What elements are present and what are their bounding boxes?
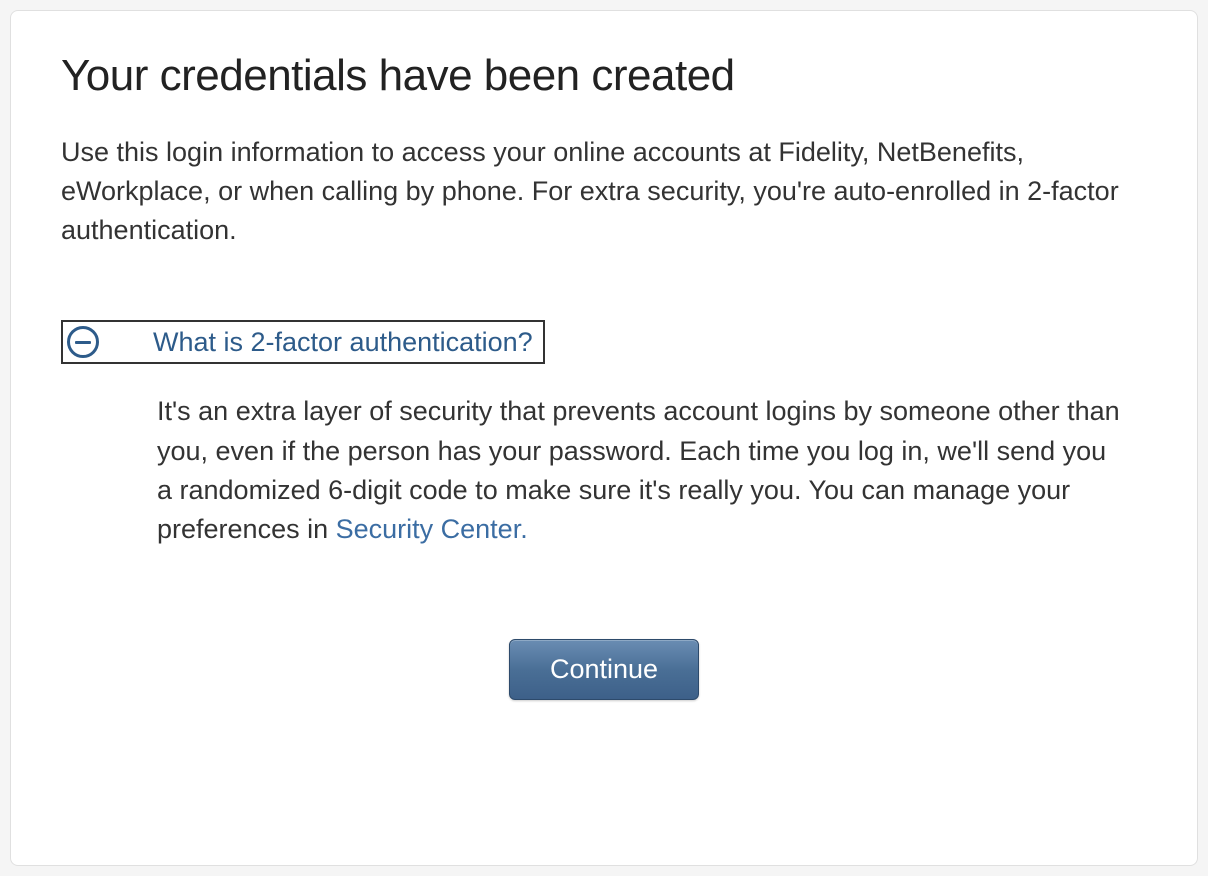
page-title: Your credentials have been created — [61, 51, 1147, 101]
security-center-link[interactable]: Security Center. — [336, 514, 528, 544]
collapse-minus-icon — [67, 326, 99, 358]
continue-button[interactable]: Continue — [509, 639, 699, 700]
accordion-toggle-2fa[interactable]: What is 2-factor authentication? — [61, 320, 545, 364]
accordion-body-text: It's an extra layer of security that pre… — [157, 396, 1120, 543]
credentials-card: Your credentials have been created Use t… — [10, 10, 1198, 866]
accordion-body: It's an extra layer of security that pre… — [61, 392, 1147, 549]
intro-text: Use this login information to access you… — [61, 133, 1147, 250]
button-row: Continue — [61, 639, 1147, 700]
accordion-title: What is 2-factor authentication? — [153, 327, 533, 358]
